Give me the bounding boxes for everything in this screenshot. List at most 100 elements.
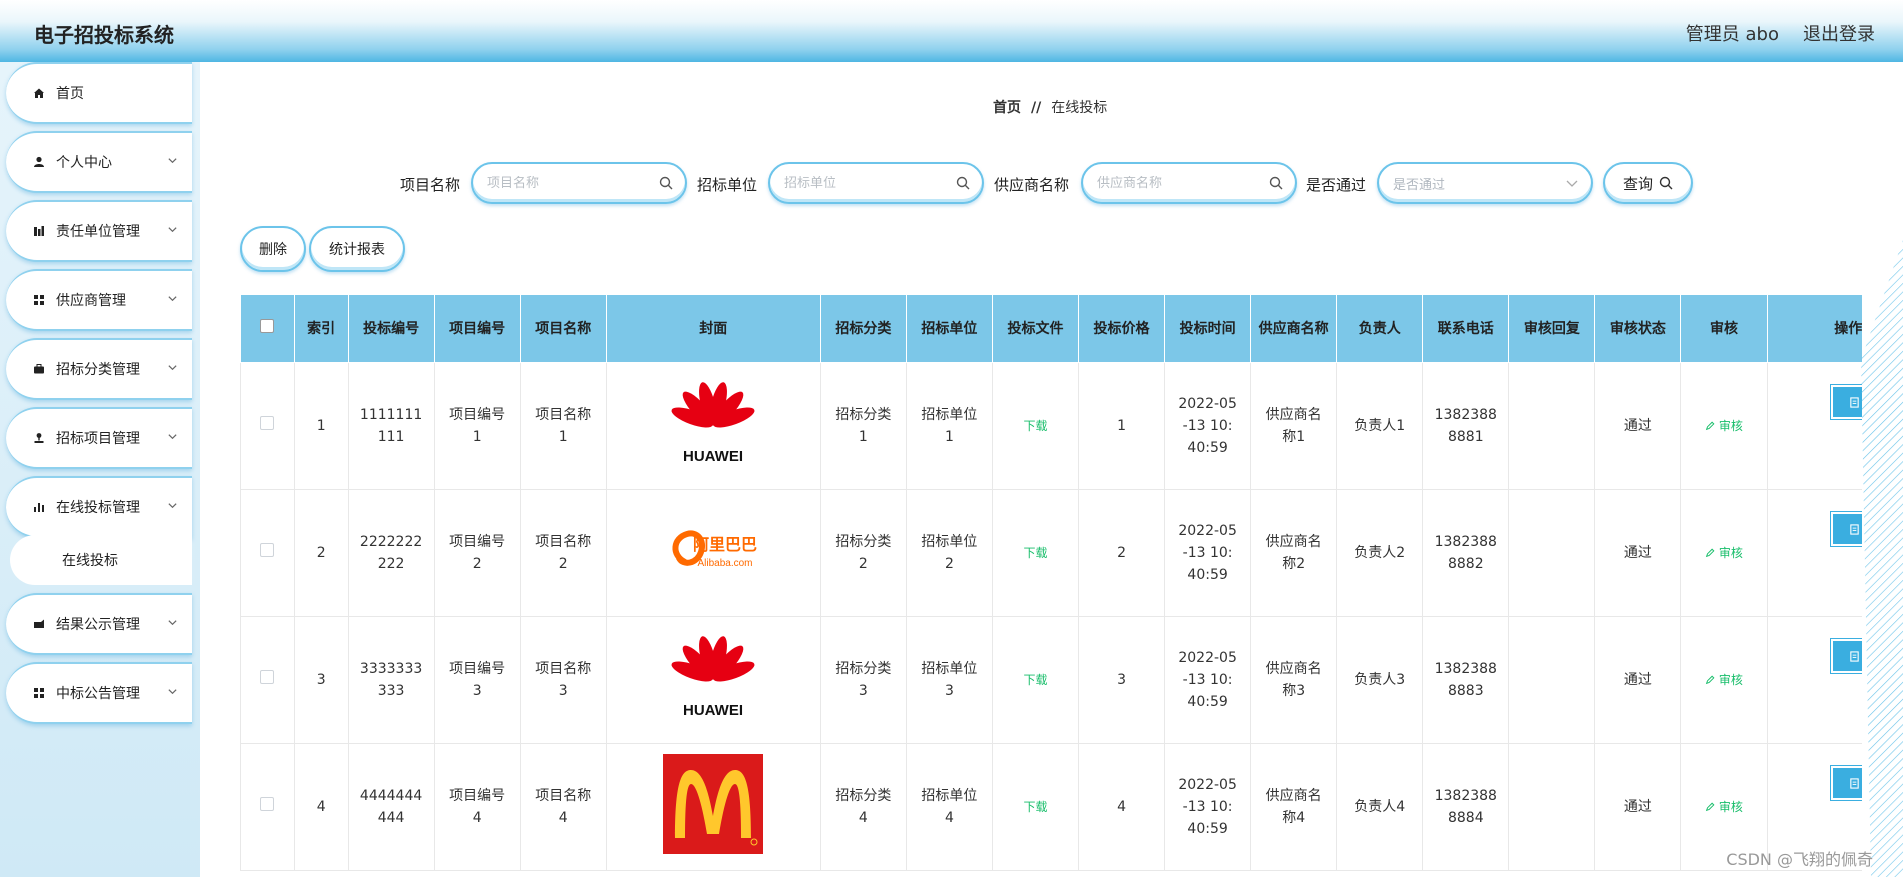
detail-button[interactable]: 详情: [1830, 512, 1862, 546]
category-cell: 招标分类 4: [819, 743, 907, 871]
sidebar-item[interactable]: 招标项目管理: [6, 407, 192, 469]
edit-icon: [1705, 675, 1715, 685]
logout-link[interactable]: 退出登录: [1803, 20, 1875, 46]
project-name-label: 项目名称: [400, 176, 461, 194]
sidebar-item[interactable]: 结果公示管理: [6, 593, 192, 655]
cover-image: 阿里巴巴 Alibaba.com: [663, 500, 763, 600]
select-cell: [240, 489, 295, 617]
audit-link[interactable]: 审核: [1705, 673, 1743, 687]
huawei-logo-text: HUAWEI: [683, 702, 743, 719]
chevron-down-icon: [1566, 180, 1578, 187]
project-name-cell: 项目名称 3: [519, 616, 607, 744]
column-header: 审核回复: [1508, 294, 1596, 363]
bid-number-cell: 3333333 333: [347, 616, 435, 744]
sidebar-item[interactable]: 在线投标管理: [6, 476, 192, 538]
project-name-cell: 项目名称 4: [519, 743, 607, 871]
table-row: 2 2222222 222 项目编号 2 项目名称 2 阿里巴巴 Alibaba.com 招标分类…: [240, 489, 1862, 617]
sidebar-item-label: 中标公告管理: [56, 686, 140, 702]
bid-table: 索引 投标编号 项目编号 项目名称 封面 招标分类 招标单位 投标文件 投标价格 投标时间 供应商名…: [240, 294, 1862, 871]
document-icon: [1849, 396, 1859, 408]
bid-number-cell: 1111111 111: [347, 362, 435, 490]
audit-link[interactable]: 审核: [1705, 419, 1743, 433]
row-checkbox[interactable]: [260, 670, 275, 684]
supplier-cell: 供应商名 称3: [1250, 616, 1338, 744]
download-link[interactable]: 下载: [1023, 673, 1047, 687]
reply-cell: [1508, 743, 1596, 871]
select-cell: [240, 362, 295, 490]
pass-select-placeholder: 是否通过: [1393, 177, 1446, 193]
table-header-row: 索引 投标编号 项目编号 项目名称 封面 招标分类 招标单位 投标文件 投标价格 投标时间 供应商名…: [240, 294, 1862, 363]
select-all-checkbox[interactable]: [260, 318, 275, 333]
sidebar-item-label: 责任单位管理: [56, 224, 140, 240]
index-cell: 3: [293, 616, 349, 744]
pass-label: 是否通过: [1306, 176, 1367, 194]
detail-button[interactable]: 详情: [1830, 639, 1862, 673]
column-header: 联系电话: [1422, 294, 1510, 363]
edit-icon: [1705, 548, 1715, 558]
document-icon: [1849, 523, 1859, 535]
detail-button[interactable]: 详情: [1830, 385, 1862, 419]
column-header: 封面: [605, 294, 821, 363]
chevron-down-icon: [167, 362, 178, 376]
grid-icon: [32, 686, 46, 700]
pass-select[interactable]: 是否通过: [1377, 162, 1593, 204]
file-cell: 下载: [991, 743, 1080, 871]
sidebar-item[interactable]: 责任单位管理: [6, 200, 192, 262]
time-cell: 2022-05 -13 10: 40:59: [1164, 616, 1252, 744]
project-name-field[interactable]: [471, 162, 687, 204]
cover-image: [663, 753, 764, 854]
audit-link[interactable]: 审核: [1705, 800, 1743, 814]
status-cell: 通过: [1594, 362, 1682, 490]
column-header: 投标价格: [1078, 294, 1166, 363]
column-header: 操作: [1766, 294, 1862, 363]
cover-cell: [605, 743, 821, 871]
sidebar-item[interactable]: 中标公告管理: [6, 662, 192, 724]
status-cell: 通过: [1594, 489, 1682, 617]
project-name-input[interactable]: [487, 175, 685, 191]
column-header: 审核状态: [1594, 294, 1682, 363]
download-link[interactable]: 下载: [1023, 546, 1047, 560]
user-label[interactable]: 管理员 abo: [1686, 20, 1779, 46]
row-checkbox[interactable]: [260, 416, 275, 430]
row-checkbox[interactable]: [260, 543, 275, 557]
cover-cell: 阿里巴巴 Alibaba.com: [605, 489, 821, 617]
unit-field[interactable]: [768, 162, 984, 204]
download-link[interactable]: 下载: [1023, 419, 1047, 433]
decorative-stripes: [1861, 240, 1903, 877]
sidebar-item[interactable]: 招标分类管理: [6, 338, 192, 400]
category-cell: 招标分类 2: [819, 489, 907, 617]
supplier-input[interactable]: [1097, 175, 1295, 191]
unit-input[interactable]: [784, 175, 982, 191]
index-cell: 1: [293, 362, 349, 490]
phone-cell: 1382388 8884: [1422, 743, 1510, 871]
supplier-field[interactable]: [1081, 162, 1297, 204]
delete-button[interactable]: 删除: [240, 226, 306, 272]
search-bar: 项目名称 招标单位 供应商名称 是否通过 是否通过 查询: [0, 162, 1903, 206]
row-checkbox[interactable]: [260, 797, 275, 811]
app-title: 电子招投标系统: [34, 23, 174, 47]
report-button[interactable]: 统计报表: [309, 226, 405, 272]
sidebar-item-label: 结果公示管理: [56, 617, 140, 633]
audit-link[interactable]: 审核: [1705, 546, 1743, 560]
sidebar-subitem-online-bid[interactable]: 在线投标: [10, 535, 192, 585]
bid-number-cell: 2222222 222: [347, 489, 435, 617]
unit-cell: 招标单位 1: [905, 362, 993, 490]
table-row: 1 1111111 111 项目编号 1 项目名称 1 HUAWEI 招标分类 1 招标单位 1 下载 1…: [240, 362, 1862, 490]
detail-button[interactable]: 详情: [1830, 766, 1862, 800]
column-header: 投标时间: [1164, 294, 1252, 363]
query-button[interactable]: 查询: [1603, 162, 1693, 204]
supplier-label: 供应商名称: [994, 176, 1070, 194]
supplier-cell: 供应商名 称2: [1250, 489, 1338, 617]
sidebar-item[interactable]: 供应商管理: [6, 269, 192, 331]
watermark: CSDN @飞翔的佩奇: [1726, 850, 1873, 869]
file-cell: 下载: [991, 362, 1080, 490]
sidebar-item[interactable]: 首页: [6, 62, 192, 124]
price-cell: 4: [1078, 743, 1166, 871]
select-cell: [240, 616, 295, 744]
chevron-down-icon: [167, 431, 178, 445]
breadcrumb-home[interactable]: 首页: [993, 100, 1021, 116]
chevron-down-icon: [167, 224, 178, 238]
download-link[interactable]: 下载: [1023, 800, 1047, 814]
file-cell: 下载: [991, 489, 1080, 617]
chevron-down-icon: [167, 500, 178, 514]
